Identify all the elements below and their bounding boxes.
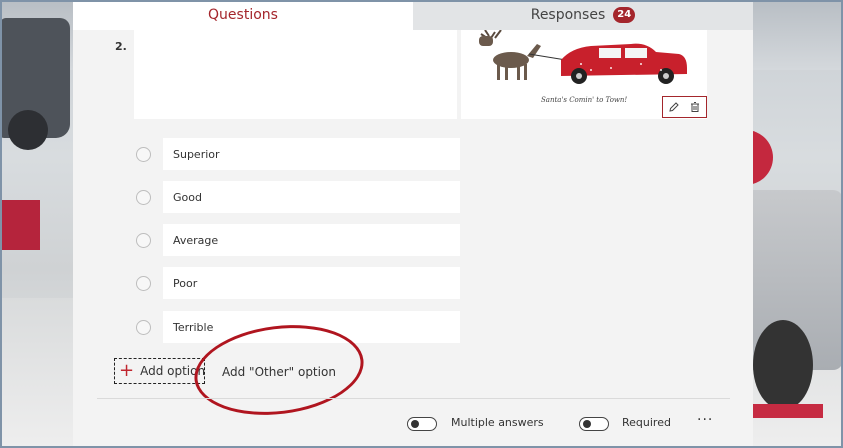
question-card: 2. Santa's Comin' to Town! Superior Good…	[97, 30, 730, 448]
radio-button[interactable]	[136, 320, 151, 335]
bg-tire-right	[753, 320, 813, 410]
multiple-answers-toggle[interactable]	[407, 417, 437, 431]
radio-button[interactable]	[136, 233, 151, 248]
option-row: Superior	[134, 138, 464, 170]
option-label: Good	[173, 190, 202, 204]
add-option-label: Add option	[140, 364, 205, 378]
radio-button[interactable]	[136, 147, 151, 162]
trash-icon[interactable]	[689, 98, 701, 117]
bg-rack-left	[0, 200, 40, 250]
required-label: Required	[622, 416, 671, 429]
tab-responses-label: Responses	[530, 7, 606, 23]
tab-questions[interactable]: Questions	[73, 0, 413, 30]
option-row: Good	[134, 181, 464, 213]
image-caption: Santa's Comin' to Town!	[541, 96, 628, 104]
option-row: Terrible	[134, 311, 464, 343]
radio-button[interactable]	[136, 276, 151, 291]
option-label: Superior	[173, 147, 220, 161]
multiple-answers-label: Multiple answers	[451, 416, 544, 429]
option-row: Average	[134, 224, 464, 256]
option-input[interactable]: Good	[163, 181, 460, 213]
toggle-knob	[583, 420, 591, 428]
tab-bar: Questions Responses 24	[73, 0, 753, 30]
radio-button[interactable]	[136, 190, 151, 205]
question-number: 2.	[115, 40, 127, 53]
tab-responses[interactable]: Responses 24	[413, 0, 753, 30]
option-input[interactable]: Poor	[163, 267, 460, 299]
toggle-knob	[411, 420, 419, 428]
required-toggle[interactable]	[579, 417, 609, 431]
add-option-button[interactable]: + Add option	[114, 358, 205, 384]
option-input[interactable]: Average	[163, 224, 460, 256]
question-title-input[interactable]	[134, 30, 457, 119]
option-label: Average	[173, 233, 219, 247]
option-input[interactable]: Superior	[163, 138, 460, 170]
responses-count-badge: 24	[613, 7, 636, 23]
add-other-option-button[interactable]: Add "Other" option	[222, 365, 336, 379]
option-row: Poor	[134, 267, 464, 299]
tab-questions-label: Questions	[208, 7, 278, 23]
more-options-icon[interactable]: ···	[697, 412, 713, 428]
option-input[interactable]: Terrible	[163, 311, 460, 343]
plus-icon: +	[119, 360, 135, 381]
bg-tire-left	[8, 110, 48, 150]
option-label: Poor	[173, 276, 198, 290]
image-tools	[662, 96, 707, 118]
footer-divider	[97, 398, 730, 399]
pencil-icon[interactable]	[668, 98, 680, 117]
option-label: Terrible	[173, 320, 214, 334]
